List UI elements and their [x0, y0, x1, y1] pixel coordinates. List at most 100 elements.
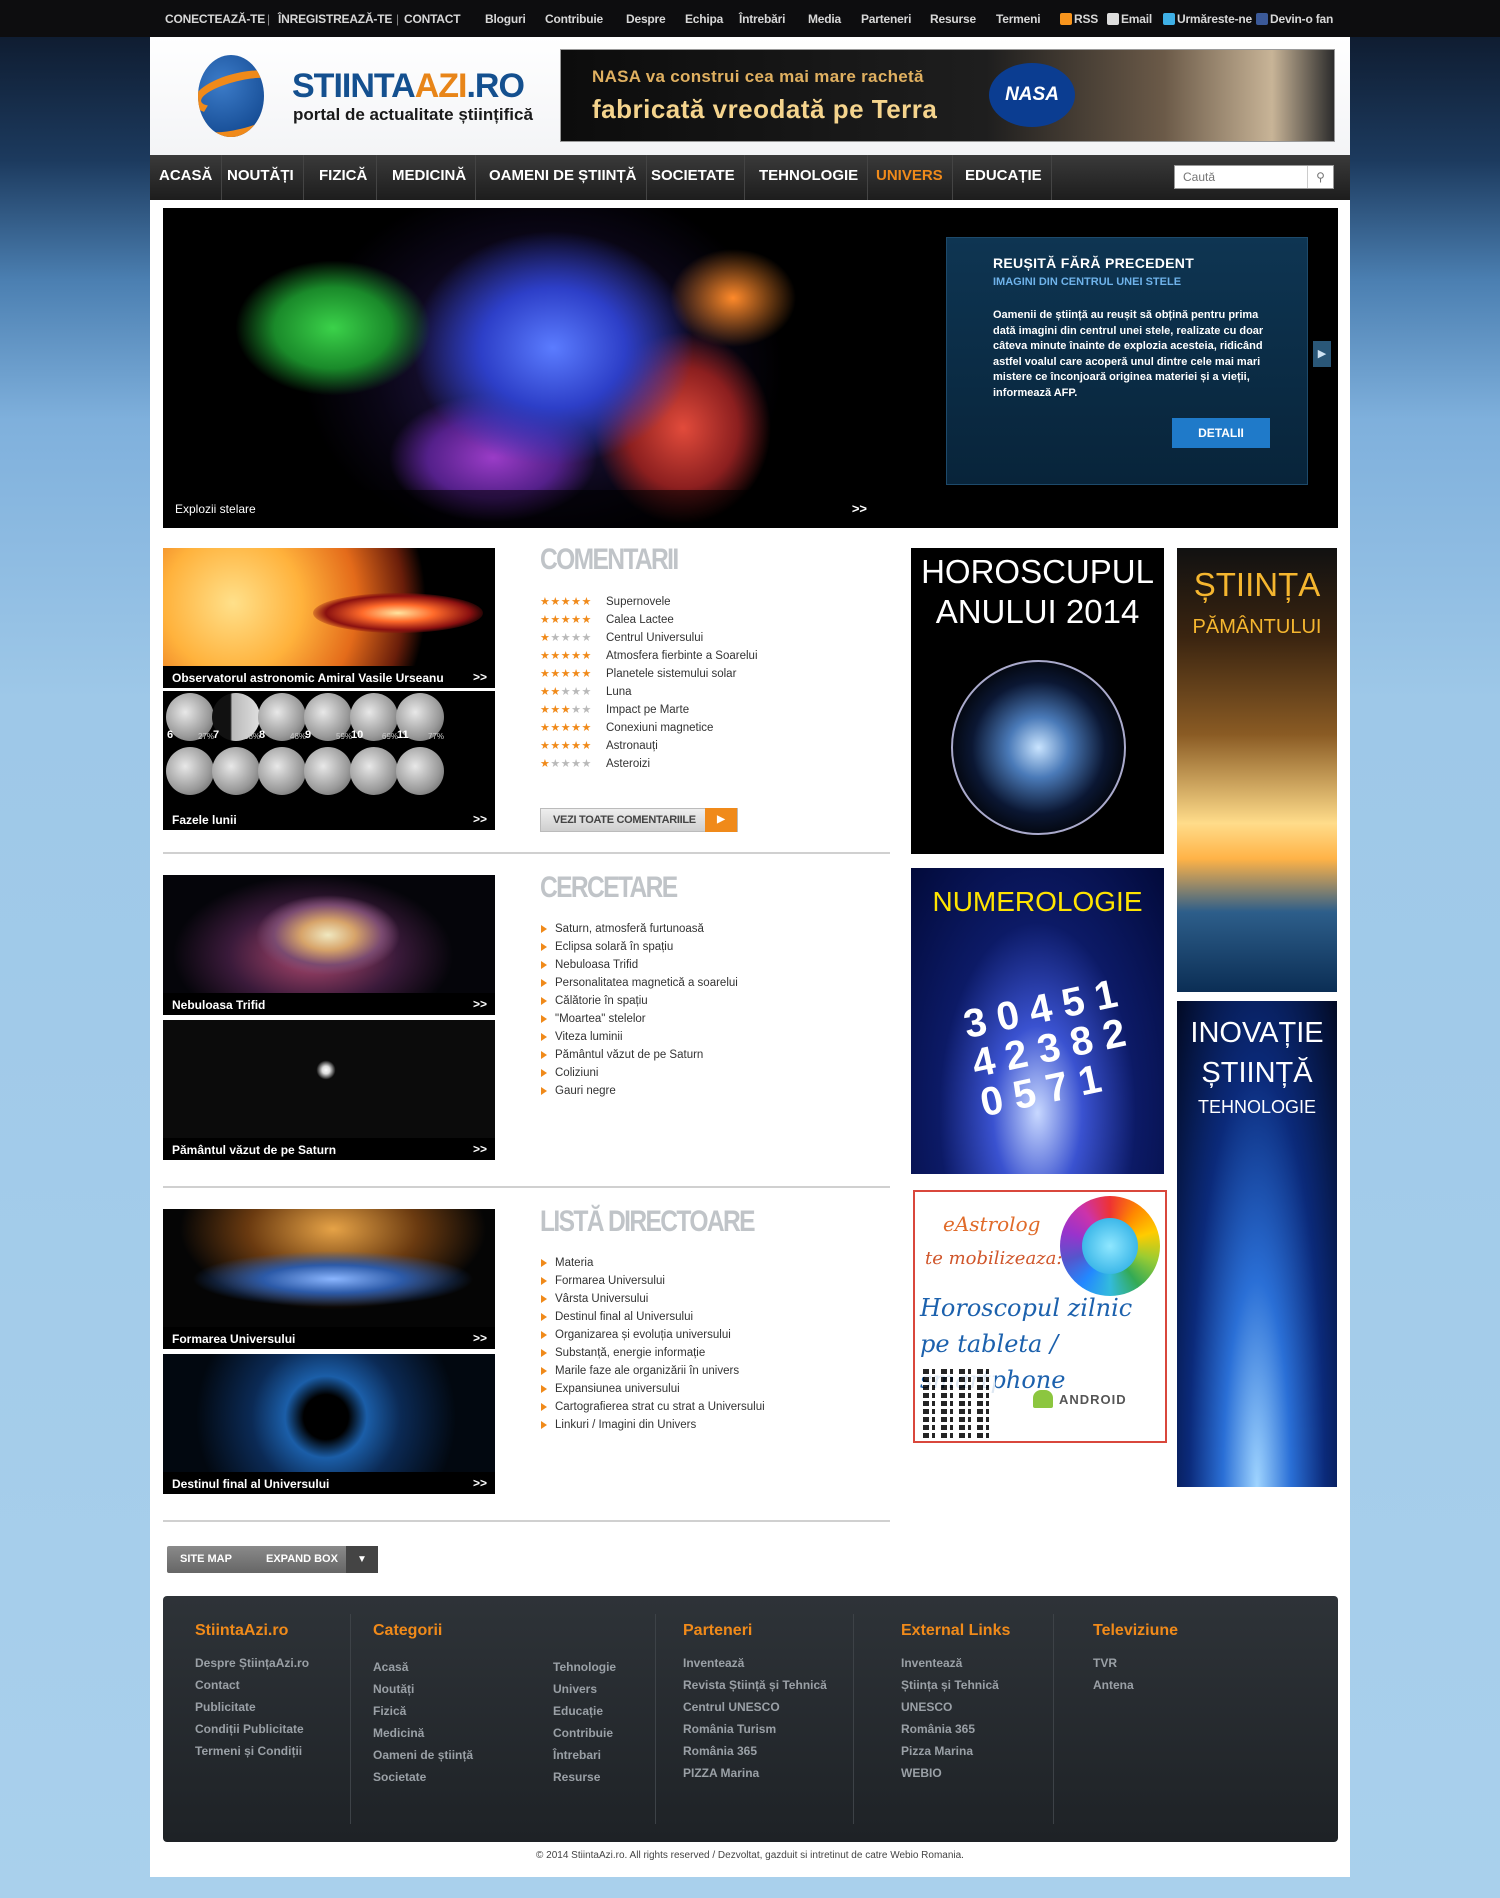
list-item[interactable]: Viteza luminii: [540, 1028, 738, 1046]
sitemap-link[interactable]: SITE MAP: [180, 1553, 232, 1565]
list-item[interactable]: Eclipsa solară în spațiu: [540, 938, 738, 956]
footer-link[interactable]: Univers: [553, 1678, 616, 1700]
thumb-trifid[interactable]: Nebuloasa Trifid >>: [163, 875, 495, 1015]
list-item[interactable]: Pământul văzut de pe Saturn: [540, 1046, 738, 1064]
ad-innovation[interactable]: INOVAȚIE ȘTIINȚĂ TEHNOLOGIE: [1177, 1001, 1337, 1487]
nav-medicine[interactable]: MEDICINĂ: [383, 155, 477, 200]
contact-link[interactable]: CONTACT: [404, 12, 461, 26]
footer-link[interactable]: Contact: [195, 1674, 309, 1696]
footer-link[interactable]: UNESCO: [901, 1696, 1010, 1718]
nasa-banner[interactable]: NASA va construi cea mai mare rachetă fa…: [560, 49, 1335, 142]
expand-box-link[interactable]: EXPAND BOX: [266, 1553, 338, 1565]
comment-item[interactable]: ★★★★★ Impact pe Marte: [540, 701, 758, 719]
rss-link[interactable]: RSS: [1060, 12, 1098, 26]
comment-item[interactable]: ★★★★★ Calea Lactee: [540, 611, 758, 629]
footer-link[interactable]: Societate: [373, 1766, 473, 1788]
thumb-moon-phases[interactable]: 6 27% 7 38% 8 48% 9 59% 10 69% 11 77% Fazele lunii >…: [163, 691, 495, 830]
footer-link[interactable]: Educație: [553, 1700, 616, 1722]
ad-numerology[interactable]: NUMEROLOGIE 3 0 4 5 1 4 2 3 8 2 0 5 7 1: [911, 868, 1164, 1174]
footer-link[interactable]: România 365: [683, 1740, 827, 1762]
footer-link[interactable]: Întrebari: [553, 1744, 616, 1766]
details-button[interactable]: DETALII: [1172, 418, 1270, 448]
footer-link[interactable]: Noutăți: [373, 1678, 473, 1700]
list-item[interactable]: Călătorie în spațiu: [540, 992, 738, 1010]
footer-link[interactable]: Medicină: [373, 1722, 473, 1744]
chevron-down-icon[interactable]: ▼: [346, 1546, 378, 1573]
top-link-about[interactable]: Despre: [626, 12, 666, 26]
footer-link[interactable]: PIZZA Marina: [683, 1762, 827, 1784]
register-link[interactable]: ÎNREGISTREAZĂ-TE: [278, 12, 392, 26]
footer-link[interactable]: Știința și Tehnică: [901, 1674, 1010, 1696]
nav-scientists[interactable]: OAMENI DE ȘTIINȚĂ: [480, 155, 647, 200]
see-all-comments-button[interactable]: VEZI TOATE COMENTARIILE ▶: [540, 808, 738, 832]
slide-caption[interactable]: Explozii stelare >>: [163, 490, 883, 528]
list-item[interactable]: Formarea Universului: [540, 1272, 765, 1290]
thumb-formation[interactable]: Formarea Universului >>: [163, 1209, 495, 1349]
list-item[interactable]: Expansiunea universului: [540, 1380, 765, 1398]
top-link-contribute[interactable]: Contribuie: [545, 12, 603, 26]
top-link-questions[interactable]: Întrebări: [739, 12, 785, 26]
footer-link[interactable]: Inventează: [901, 1652, 1010, 1674]
footer-link[interactable]: Pizza Marina: [901, 1740, 1010, 1762]
top-link-partners[interactable]: Parteneri: [861, 12, 911, 26]
footer-link[interactable]: Centrul UNESCO: [683, 1696, 827, 1718]
comment-item[interactable]: ★★★★★ Supernovele: [540, 593, 758, 611]
footer-link[interactable]: România 365: [901, 1718, 1010, 1740]
nav-technology[interactable]: TEHNOLOGIE: [750, 155, 869, 200]
list-item[interactable]: "Moartea" stelelor: [540, 1010, 738, 1028]
footer-link[interactable]: Termeni și Condiții: [195, 1740, 309, 1762]
list-item[interactable]: Destinul final al Universului: [540, 1308, 765, 1326]
ad-earth-science[interactable]: ȘTIINȚA PĂMÂNTULUI: [1177, 548, 1337, 992]
footer-link[interactable]: Resurse: [553, 1766, 616, 1788]
ad-horoscope[interactable]: HOROSCUPUL ANULUI 2014: [911, 548, 1164, 854]
footer-link[interactable]: Contribuie: [553, 1722, 616, 1744]
footer-link[interactable]: TVR: [1093, 1652, 1178, 1674]
slide-image[interactable]: [163, 208, 941, 528]
comment-item[interactable]: ★★★★★ Astronauți: [540, 737, 758, 755]
footer-link[interactable]: Acasă: [373, 1656, 473, 1678]
top-link-blogs[interactable]: Bloguri: [485, 12, 526, 26]
footer-link[interactable]: Antena: [1093, 1674, 1178, 1696]
top-link-team[interactable]: Echipa: [685, 12, 723, 26]
footer-link[interactable]: Condiții Publicitate: [195, 1718, 309, 1740]
list-item[interactable]: Coliziuni: [540, 1064, 738, 1082]
top-link-terms[interactable]: Termeni: [996, 12, 1041, 26]
list-item[interactable]: Organizarea și evoluția universului: [540, 1326, 765, 1344]
footer-link[interactable]: Tehnologie: [553, 1656, 616, 1678]
thumb-observatory[interactable]: Observatorul astronomic Amiral Vasile Ur…: [163, 548, 495, 688]
footer-link[interactable]: Publicitate: [195, 1696, 309, 1718]
ad-eastrolog[interactable]: eAstrolog te mobilizeaza: Horoscopul zil…: [913, 1190, 1167, 1443]
list-item[interactable]: Linkuri / Imagini din Univers: [540, 1416, 765, 1434]
slider-next-arrow[interactable]: ▶: [1313, 341, 1331, 367]
comment-item[interactable]: ★★★★★ Asteroizi: [540, 755, 758, 773]
comment-item[interactable]: ★★★★★ Centrul Universului: [540, 629, 758, 647]
list-item[interactable]: Marile faze ale organizării în univers: [540, 1362, 765, 1380]
footer-link[interactable]: Despre ȘtiințaAzi.ro: [195, 1652, 309, 1674]
footer-link[interactable]: România Turism: [683, 1718, 827, 1740]
list-item[interactable]: Personalitatea magnetică a soarelui: [540, 974, 738, 992]
list-item[interactable]: Vârsta Universului: [540, 1290, 765, 1308]
list-item[interactable]: Materia: [540, 1254, 765, 1272]
search-input[interactable]: [1175, 166, 1307, 188]
thumb-saturn[interactable]: Pământul văzut de pe Saturn >>: [163, 1020, 495, 1160]
list-item[interactable]: Nebuloasa Trifid: [540, 956, 738, 974]
footer-link[interactable]: Inventează: [683, 1652, 827, 1674]
nav-education[interactable]: EDUCAȚIE: [956, 155, 1052, 200]
fan-link[interactable]: Devin-o fan: [1256, 12, 1333, 26]
email-link[interactable]: Email: [1107, 12, 1152, 26]
search-icon[interactable]: ⚲: [1307, 166, 1333, 188]
top-link-media[interactable]: Media: [808, 12, 841, 26]
nav-universe[interactable]: UNIVERS: [867, 155, 953, 200]
list-item[interactable]: Cartografierea strat cu strat a Universu…: [540, 1398, 765, 1416]
follow-link[interactable]: Urmăreste-ne: [1163, 12, 1252, 26]
top-link-resources[interactable]: Resurse: [930, 12, 976, 26]
nav-home[interactable]: ACASĂ: [150, 155, 223, 200]
thumb-destiny[interactable]: Destinul final al Universului >>: [163, 1354, 495, 1494]
comment-item[interactable]: ★★★★★ Planetele sistemului solar: [540, 665, 758, 683]
list-item[interactable]: Substanță, energie informație: [540, 1344, 765, 1362]
connect-link[interactable]: CONECTEAZĂ-TE: [165, 12, 265, 26]
footer-link[interactable]: Oameni de știință: [373, 1744, 473, 1766]
list-item[interactable]: Gauri negre: [540, 1082, 738, 1100]
footer-link[interactable]: Revista Știință și Tehnică: [683, 1674, 827, 1696]
footer-link[interactable]: Fizică: [373, 1700, 473, 1722]
